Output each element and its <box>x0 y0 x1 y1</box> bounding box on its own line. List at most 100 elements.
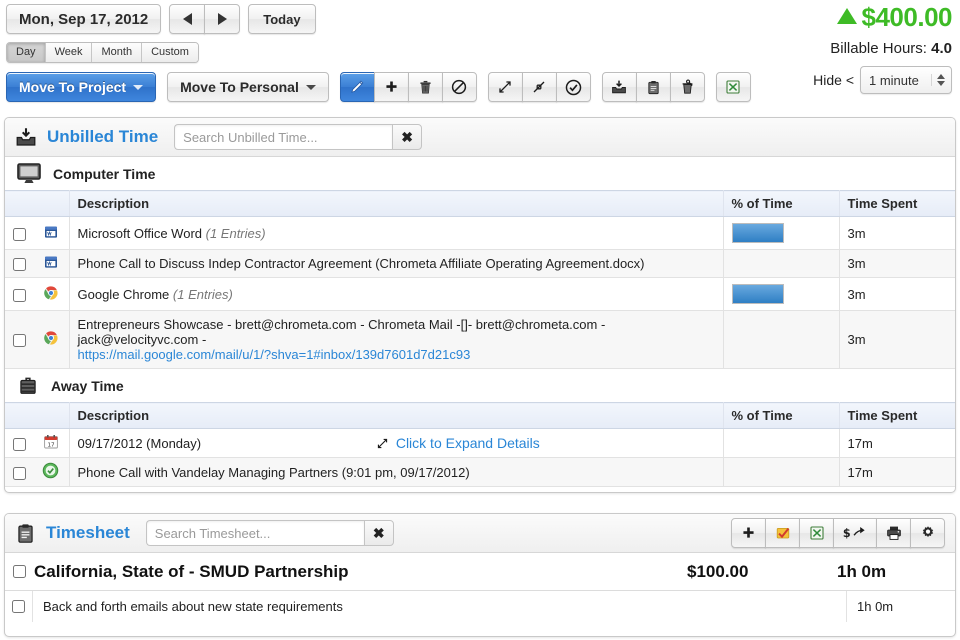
invoice-button[interactable]: $ <box>833 518 877 548</box>
row-app-icon-cell: 17 <box>33 428 70 459</box>
today-button[interactable]: Today <box>248 4 316 34</box>
row-description-cell: Google Chrome (1 Entries) <box>69 277 724 312</box>
check-circle-icon <box>565 79 582 96</box>
edit-button[interactable] <box>339 72 375 102</box>
printer-icon <box>886 525 902 541</box>
entry-checkbox[interactable] <box>12 600 25 613</box>
hide-label: Hide < <box>813 72 854 88</box>
expand-details-link[interactable]: Click to Expand Details <box>396 435 540 451</box>
next-day-button[interactable] <box>204 4 241 34</box>
suitcase-icon <box>17 375 39 397</box>
timesheet-search-input[interactable] <box>145 520 364 546</box>
clipboard-icon <box>15 523 36 544</box>
column-time-spent: Time Spent <box>839 402 955 430</box>
expand-all-button[interactable] <box>487 72 523 102</box>
section-computer-time: Computer Time <box>5 157 955 190</box>
row-description: Entrepreneurs Showcase - brett@chrometa.… <box>77 317 606 348</box>
print-button[interactable] <box>876 518 911 548</box>
settings-button[interactable] <box>910 518 945 548</box>
computer-time-table: Description % of Time Time Spent Microso… <box>5 190 955 370</box>
previous-day-button[interactable] <box>169 4 206 34</box>
timesheet-group-row[interactable]: California, State of - SMUD Partnership … <box>5 553 955 591</box>
monitor-icon <box>17 163 41 184</box>
tab-week[interactable]: Week <box>45 43 93 62</box>
row-app-icon-cell <box>33 310 70 370</box>
range-tab-group: Day Week Month Custom <box>6 42 199 63</box>
add-entry-button[interactable] <box>731 518 766 548</box>
timesheet-search-clear-button[interactable]: ✖ <box>363 520 394 546</box>
table-row[interactable]: Phone Call with Vandelay Managing Partne… <box>5 457 955 488</box>
move-to-project-button[interactable]: Move To Project <box>6 72 157 102</box>
timesheet-search-group: ✖ <box>145 520 394 546</box>
unbilled-search-input[interactable] <box>174 124 393 150</box>
row-url-link[interactable]: https://mail.google.com/mail/u/1/?shva=1… <box>78 347 471 362</box>
chevron-left-icon <box>182 13 192 25</box>
move-to-project-label: Move To Project <box>19 79 127 95</box>
row-checkbox[interactable] <box>12 227 26 241</box>
row-description: Microsoft Office Word <box>77 225 203 241</box>
tab-custom[interactable]: Custom <box>142 43 198 62</box>
table-row[interactable]: 17 09/17/2012 (Monday) Click to Expand D… <box>5 428 955 459</box>
collapse-arrows-icon <box>531 79 547 95</box>
collapse-all-button[interactable] <box>521 72 557 102</box>
discard-button[interactable] <box>669 72 705 102</box>
entry-duration: 1h 0m <box>857 599 894 614</box>
percent-bar <box>731 223 784 243</box>
expand-tool-group <box>487 72 591 102</box>
action-toolbar: Move To Project Move To Personal <box>6 72 751 102</box>
group-checkbox[interactable] <box>13 565 26 578</box>
table-row[interactable]: Phone Call to Discuss Indep Contractor A… <box>5 249 955 279</box>
tab-day[interactable]: Day <box>7 43 46 62</box>
header-toolbar: Mon, Sep 17, 2012 Today Day Week Month C… <box>6 4 751 102</box>
delete-button[interactable] <box>407 72 443 102</box>
hide-threshold-select[interactable]: 1 minute <box>860 66 952 94</box>
row-checkbox[interactable] <box>12 437 26 451</box>
table-row[interactable]: Entrepreneurs Showcase - brett@chrometa.… <box>5 310 955 370</box>
add-button[interactable] <box>373 72 409 102</box>
row-checkbox[interactable] <box>12 258 26 272</box>
section-away-time-label: Away Time <box>51 377 124 394</box>
column-percent-of-time: % of Time <box>723 402 840 430</box>
table-row[interactable]: Google Chrome (1 Entries) 3m <box>5 277 955 312</box>
export-excel-button[interactable] <box>799 518 834 548</box>
timesheet-panel: Timesheet ✖ <box>4 513 956 637</box>
column-description: Description <box>69 402 724 430</box>
icon-header <box>33 190 70 217</box>
select-all-header <box>5 402 33 430</box>
table-row[interactable]: Microsoft Office Word (1 Entries) 3m <box>5 216 955 250</box>
summary-panel: $400.00 Billable Hours: 4.0 Hide < 1 min… <box>813 2 953 94</box>
row-time-spent-cell: 3m <box>839 216 955 250</box>
current-date-button[interactable]: Mon, Sep 17, 2012 <box>6 4 162 34</box>
row-checkbox[interactable] <box>12 466 26 480</box>
move-to-timesheet-button[interactable] <box>635 72 671 102</box>
unbilled-search-clear-button[interactable]: ✖ <box>392 124 423 150</box>
tab-month[interactable]: Month <box>92 43 143 62</box>
billable-hours-label: Billable Hours: <box>830 40 927 57</box>
approve-entry-button[interactable] <box>765 518 800 548</box>
icon-header <box>33 402 70 430</box>
row-percent-cell <box>723 249 840 279</box>
row-checkbox[interactable] <box>12 334 26 348</box>
app-root: Mon, Sep 17, 2012 Today Day Week Month C… <box>0 0 960 640</box>
timesheet-entry-row[interactable]: Back and forth emails about new state re… <box>5 591 955 622</box>
row-time-spent-cell: 3m <box>839 249 955 279</box>
export-excel-button[interactable] <box>715 72 751 102</box>
column-time-spent: Time Spent <box>839 190 955 217</box>
move-to-personal-button[interactable]: Move To Personal <box>167 72 329 102</box>
row-description-cell: Phone Call to Discuss Indep Contractor A… <box>69 249 724 279</box>
svg-text:17: 17 <box>47 442 55 448</box>
ignore-button[interactable] <box>441 72 477 102</box>
approve-button[interactable] <box>555 72 591 102</box>
move-to-unbilled-button[interactable] <box>601 72 637 102</box>
unbilled-panel-title: Unbilled Time <box>47 127 159 146</box>
column-percent-of-time: % of Time <box>723 190 840 217</box>
row-checkbox[interactable] <box>12 288 26 302</box>
row-checkbox-cell <box>5 310 33 370</box>
total-amount-value: $400.00 <box>861 2 953 32</box>
excel-icon <box>725 79 741 95</box>
row-checkbox-cell <box>5 249 33 279</box>
expand-arrows-icon[interactable] <box>376 437 389 450</box>
hide-threshold-control: Hide < 1 minute <box>813 66 952 94</box>
trend-up-icon <box>836 8 857 24</box>
plus-icon <box>741 526 756 541</box>
